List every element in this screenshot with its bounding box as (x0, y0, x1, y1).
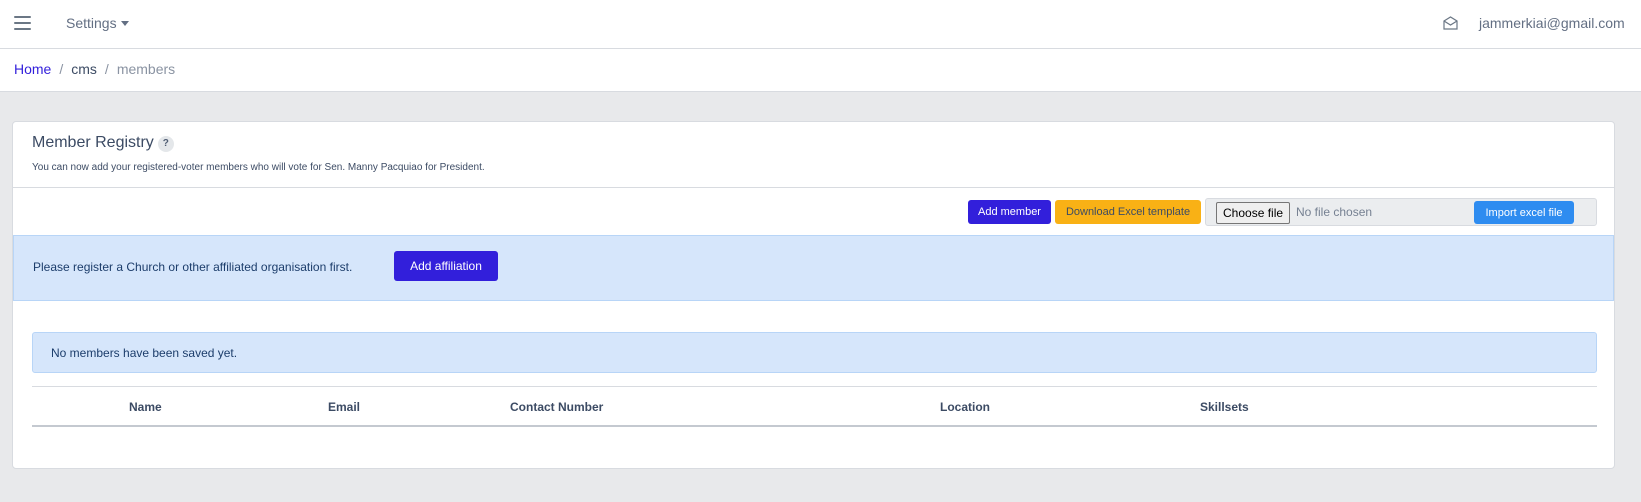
settings-label: Settings (66, 15, 117, 31)
breadcrumb: Home / cms / members (14, 61, 175, 77)
affiliation-alert: Please register a Church or other affili… (13, 235, 1614, 301)
no-file-chosen-text: No file chosen (1296, 205, 1373, 219)
breadcrumb-cms[interactable]: cms (71, 61, 97, 77)
breadcrumb-bar: Home / cms / members (0, 49, 1641, 92)
member-registry-card: Member Registry? You can now add your re… (12, 121, 1615, 469)
card-subtitle: You can now add your registered-voter me… (32, 162, 485, 173)
card-header: Member Registry? You can now add your re… (13, 122, 1614, 188)
hamburger-icon[interactable] (14, 16, 31, 30)
breadcrumb-separator: / (104, 61, 109, 77)
breadcrumb-home-link[interactable]: Home (14, 61, 51, 77)
affiliation-message: Please register a Church or other affili… (33, 260, 353, 274)
card-title-text: Member Registry (32, 134, 154, 151)
help-badge[interactable]: ? (157, 136, 174, 152)
empty-members-alert: No members have been saved yet. (32, 332, 1597, 373)
empty-members-message: No members have been saved yet. (51, 346, 238, 360)
envelope-open-icon[interactable] (1443, 16, 1458, 30)
add-affiliation-button[interactable]: Add affiliation (394, 251, 498, 281)
breadcrumb-separator: / (59, 61, 64, 77)
settings-dropdown[interactable]: Settings (66, 15, 129, 31)
import-excel-button[interactable]: Import excel file (1474, 201, 1574, 224)
column-header-skillsets[interactable]: Skillsets (1200, 400, 1249, 414)
caret-down-icon (120, 21, 129, 26)
column-header-email[interactable]: Email (328, 400, 360, 414)
column-header-location[interactable]: Location (940, 400, 990, 414)
breadcrumb-current: members (116, 61, 176, 77)
members-table-header: Name Email Contact Number Location Skill… (32, 386, 1597, 427)
column-header-name[interactable]: Name (129, 400, 162, 414)
page-title: Member Registry? (32, 134, 174, 152)
download-excel-template-button[interactable]: Download Excel template (1055, 200, 1201, 224)
column-header-contact-number[interactable]: Contact Number (510, 400, 603, 414)
choose-file-button[interactable]: Choose file (1216, 202, 1291, 224)
user-email[interactable]: jammerkiai@gmail.com (1479, 15, 1625, 31)
top-navbar: Settings jammerkiai@gmail.com (0, 0, 1641, 49)
add-member-button[interactable]: Add member (968, 200, 1051, 224)
